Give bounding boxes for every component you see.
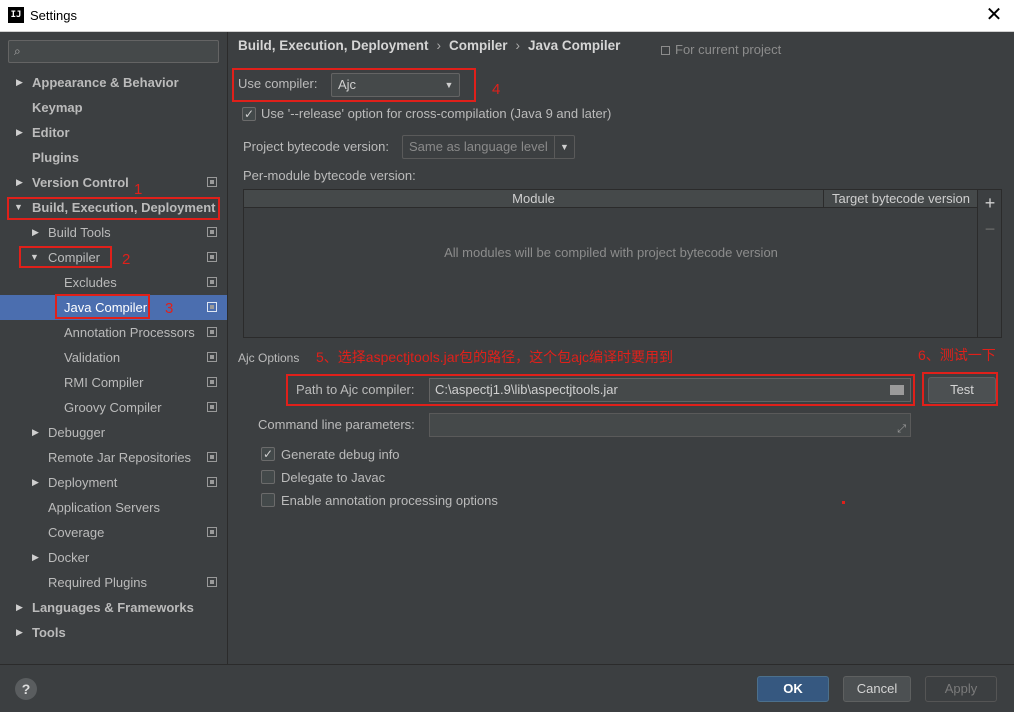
tree-arrow-icon: ▶ xyxy=(32,552,39,562)
ajc-options-section-label: Ajc Options xyxy=(238,351,300,365)
column-header-module[interactable]: Module xyxy=(244,190,824,208)
cancel-button[interactable]: Cancel xyxy=(843,676,911,702)
sidebar-item-languages-frameworks[interactable]: ▶ Languages & Frameworks xyxy=(0,595,227,620)
breadcrumb-java-compiler: Java Compiler xyxy=(528,38,621,53)
project-scope-icon xyxy=(207,452,217,462)
project-scope-icon xyxy=(207,477,217,487)
project-scope-icon xyxy=(207,402,217,412)
bytecode-version-dropdown[interactable]: Same as language level ▼ xyxy=(402,135,575,159)
sidebar-item-keymap[interactable]: Keymap xyxy=(0,95,227,120)
tree-arrow-icon: ▶ xyxy=(16,627,23,637)
sidebar-item-excludes[interactable]: Excludes xyxy=(0,270,227,295)
tree-arrow-icon: ▶ xyxy=(32,227,39,237)
annotation-number-1: 1 xyxy=(134,181,143,198)
sidebar-item-required-plugins[interactable]: Required Plugins xyxy=(0,570,227,595)
annotation-number-4: 4 xyxy=(492,81,501,98)
sidebar-item-tools[interactable]: ▶ Tools xyxy=(0,620,227,645)
per-module-label: Per-module bytecode version: xyxy=(243,168,416,183)
sidebar-item-plugins[interactable]: Plugins xyxy=(0,145,227,170)
release-option-label: Use '--release' option for cross-compila… xyxy=(261,106,612,121)
release-option-checkbox[interactable]: ✓ xyxy=(242,107,256,121)
delegate-javac-label: Delegate to Javac xyxy=(281,470,386,485)
project-scope-icon xyxy=(207,302,217,312)
sidebar-item-appearance-behavior[interactable]: ▶ Appearance & Behavior xyxy=(0,70,227,95)
tree-arrow-icon: ▶ xyxy=(16,602,23,612)
help-icon[interactable]: ? xyxy=(15,678,37,700)
breadcrumb-build-execution-deployment[interactable]: Build, Execution, Deployment xyxy=(238,38,429,53)
bytecode-version-label: Project bytecode version: xyxy=(243,139,389,154)
project-scope-icon xyxy=(207,327,217,337)
annotation-processing-label: Enable annotation processing options xyxy=(281,493,498,508)
for-current-project-hint: For current project xyxy=(661,42,781,57)
breadcrumb-separator: › xyxy=(515,38,521,53)
search-icon: ⌕ xyxy=(14,44,21,58)
generate-debug-checkbox[interactable]: ✓ xyxy=(261,447,275,461)
project-scope-icon xyxy=(207,377,217,387)
tree-arrow-icon: ▶ xyxy=(16,177,23,187)
search-input[interactable]: ⌕ xyxy=(8,40,219,63)
table-toolbar: + − xyxy=(977,190,1001,337)
project-scope-icon xyxy=(207,227,217,237)
tree-arrow-icon: ▶ xyxy=(32,477,39,487)
intellij-app-icon: IJ xyxy=(8,7,24,23)
sidebar-item-remote-jar-repositories[interactable]: Remote Jar Repositories xyxy=(0,445,227,470)
sidebar-item-rmi-compiler[interactable]: RMI Compiler xyxy=(0,370,227,395)
project-scope-icon xyxy=(207,352,217,362)
breadcrumb: Build, Execution, Deployment › Compiler › Ja… xyxy=(238,38,620,53)
annotation-box-1 xyxy=(7,197,220,220)
annotation-note-5: 5、选择aspectjtools.jar包的路径，这个包ajc编译时要用到 xyxy=(316,349,674,365)
tree-arrow-icon: ▶ xyxy=(32,427,39,437)
project-scope-icon xyxy=(207,527,217,537)
delegate-javac-checkbox[interactable] xyxy=(261,470,275,484)
annotation-processing-checkbox[interactable] xyxy=(261,493,275,507)
sidebar-item-validation[interactable]: Validation xyxy=(0,345,227,370)
annotation-box-4 xyxy=(232,68,476,102)
annotation-note-6: 6、测试一下 xyxy=(918,347,996,363)
sidebar-item-version-control[interactable]: ▶ Version Control xyxy=(0,170,227,195)
command-line-input[interactable]: ⤢ xyxy=(429,413,911,437)
add-icon[interactable]: + xyxy=(978,191,1002,215)
window-title: Settings xyxy=(30,8,77,23)
breadcrumb-separator: › xyxy=(436,38,442,53)
sidebar-item-coverage[interactable]: Coverage xyxy=(0,520,227,545)
project-scope-icon xyxy=(207,252,217,262)
annotation-box-2 xyxy=(19,246,112,268)
annotation-number-3: 3 xyxy=(165,300,174,317)
tree-arrow-icon: ▶ xyxy=(16,127,23,137)
project-scope-icon xyxy=(207,577,217,587)
dropdown-arrow-icon: ▼ xyxy=(554,136,574,158)
sidebar-item-annotation-processors[interactable]: Annotation Processors xyxy=(0,320,227,345)
remove-icon[interactable]: − xyxy=(978,217,1002,241)
close-icon[interactable]: ✕ xyxy=(984,4,1004,26)
annotation-box-6 xyxy=(922,372,998,406)
project-scope-icon xyxy=(207,177,217,187)
ok-button[interactable]: OK xyxy=(757,676,829,702)
column-header-target-bytecode[interactable]: Target bytecode version xyxy=(824,190,978,208)
sidebar-item-editor[interactable]: ▶ Editor xyxy=(0,120,227,145)
annotation-number-2: 2 xyxy=(122,251,131,268)
project-scope-icon xyxy=(661,46,670,55)
command-line-label: Command line parameters: xyxy=(258,417,415,432)
settings-sidebar: ⌕ ▶ Appearance & Behavior Keymap ▶ Edito… xyxy=(0,32,228,664)
annotation-box-3 xyxy=(55,294,150,319)
sidebar-item-application-servers[interactable]: Application Servers xyxy=(0,495,227,520)
sidebar-item-groovy-compiler[interactable]: Groovy Compiler xyxy=(0,395,227,420)
expand-icon[interactable]: ⤢ xyxy=(897,418,906,440)
sidebar-item-debugger[interactable]: ▶ Debugger xyxy=(0,420,227,445)
generate-debug-label: Generate debug info xyxy=(281,447,400,462)
tree-arrow-icon: ▶ xyxy=(16,77,23,87)
annotation-box-5 xyxy=(286,374,915,406)
bytecode-version-value: Same as language level xyxy=(409,139,548,154)
table-empty-text: All modules will be compiled with projec… xyxy=(444,245,778,260)
project-scope-icon xyxy=(207,277,217,287)
sidebar-item-deployment[interactable]: ▶ Deployment xyxy=(0,470,227,495)
breadcrumb-compiler[interactable]: Compiler xyxy=(449,38,508,53)
sidebar-item-build-tools[interactable]: ▶ Build Tools xyxy=(0,220,227,245)
title-bar: IJ Settings ✕ xyxy=(0,0,1014,32)
apply-button[interactable]: Apply xyxy=(925,676,997,702)
sidebar-item-docker[interactable]: ▶ Docker xyxy=(0,545,227,570)
annotation-dot xyxy=(842,501,845,504)
module-bytecode-table: Module Target bytecode version All modul… xyxy=(243,189,1002,338)
